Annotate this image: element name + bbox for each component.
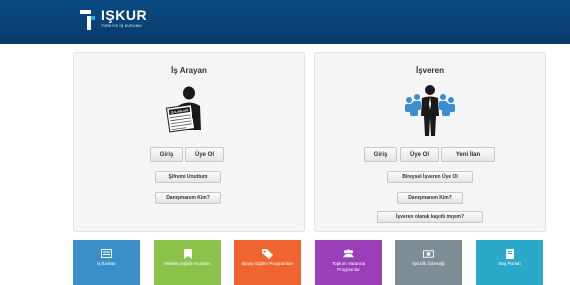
individual-employer-register-button[interactable]: Bireysel İşveren Üye Ol bbox=[387, 171, 473, 183]
job-seeker-title: İş Arayan bbox=[171, 66, 207, 75]
tile-vocational-courses[interactable]: Mesleki Eğitim Kursları bbox=[154, 240, 221, 285]
tile-label: Staj Portalı bbox=[498, 261, 521, 266]
tile-label: İşsizlik Ödeneği bbox=[412, 261, 445, 266]
tile-label: Mesleki Eğitim Kursları bbox=[164, 261, 211, 266]
job-seeker-login-button[interactable]: Giriş bbox=[150, 147, 183, 162]
site-header: IŞKUR TÜRKİYE İŞ KURUMU bbox=[0, 0, 570, 44]
registered-employer-check-button[interactable]: İşveren olarak kayıtlı mıyım? bbox=[377, 211, 483, 223]
job-seeker-advisor-button[interactable]: Danışmanım Kim? bbox=[155, 192, 221, 204]
tile-label: İş İlanları bbox=[97, 261, 116, 266]
employer-advisor-button[interactable]: Danışmanım Kim? bbox=[397, 192, 463, 204]
briefcase-icon bbox=[504, 248, 515, 259]
tag-icon bbox=[262, 248, 273, 259]
employer-team-icon bbox=[405, 85, 455, 136]
tile-community-programs[interactable]: Toplum Yararına Programlar bbox=[315, 240, 382, 285]
new-job-posting-button[interactable]: Yeni İlan bbox=[441, 147, 495, 162]
employer-login-button[interactable]: Giriş bbox=[364, 147, 397, 162]
forgot-password-button[interactable]: Şifremi Unuttum bbox=[155, 171, 221, 183]
iskur-logo[interactable]: IŞKUR TÜRKİYE İŞ KURUMU bbox=[80, 8, 147, 36]
job-seeker-panel: İş Arayan İŞ İLANLARI Giriş Üye Ol Şifre… bbox=[73, 52, 305, 232]
iskur-logo-icon bbox=[80, 8, 98, 34]
logo-subtitle: TÜRKİYE İŞ KURUMU bbox=[101, 24, 142, 28]
tile-on-the-job-training[interactable]: İşbaşı Eğitim Programları bbox=[234, 240, 301, 285]
employer-title: İşveren bbox=[415, 66, 445, 75]
tile-unemployment-benefit[interactable]: İşsizlik Ödeneği bbox=[395, 240, 462, 285]
job-seeker-newspaper-icon: İŞ İLANLARI bbox=[165, 86, 201, 133]
logo-name: IŞKUR bbox=[101, 7, 148, 23]
people-icon bbox=[343, 249, 354, 258]
tile-job-postings[interactable]: İş İlanları bbox=[73, 240, 140, 285]
job-seeker-register-button[interactable]: Üye Ol bbox=[185, 147, 224, 162]
tile-label: Toplum Yararına Programlar bbox=[331, 261, 366, 272]
money-icon bbox=[423, 249, 434, 258]
tile-internship-portal[interactable]: Staj Portalı bbox=[476, 240, 543, 285]
employer-register-button[interactable]: Üye Ol bbox=[400, 147, 439, 162]
list-icon bbox=[101, 249, 112, 258]
tile-label: İşbaşı Eğitim Programları bbox=[241, 261, 294, 266]
employer-panel: İşveren Giriş Üye Ol Yeni İlan Bireysel … bbox=[314, 52, 546, 232]
bookmark-icon bbox=[182, 248, 193, 259]
